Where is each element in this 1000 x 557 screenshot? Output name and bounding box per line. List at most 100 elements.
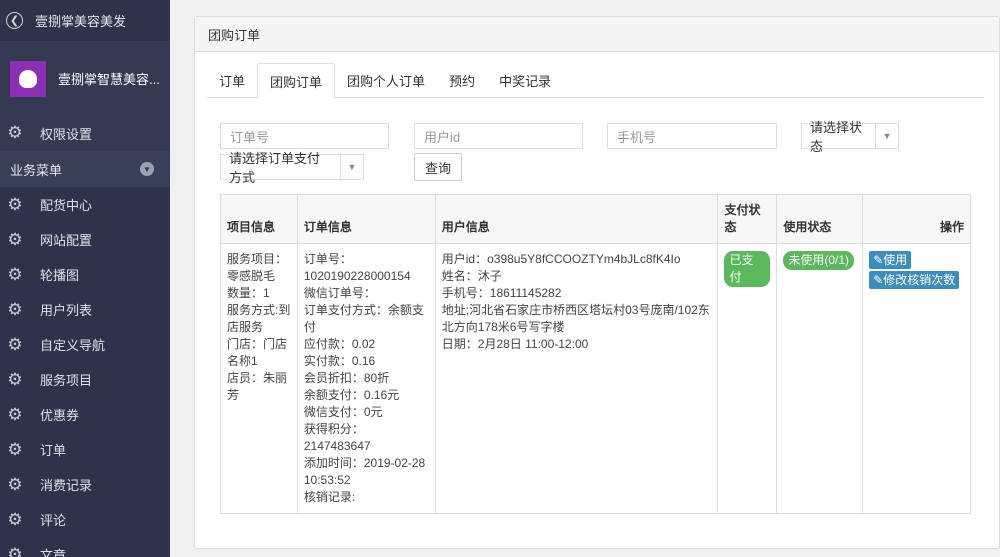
pay-method-select-value: 请选择订单支付方式 [229, 151, 321, 185]
order-line: 会员折扣：80折 [303, 371, 390, 385]
sidebar-item-label: 订单 [40, 443, 67, 458]
orders-table: 项目信息 订单信息 用户信息 支付状态 使用状态 操作 服务项目：零感脱毛 数量… [220, 194, 971, 514]
sidebar: ❮ 壹捌掌美容美发 壹捌掌智慧美容... ⚙ 权限设置 业务菜单 ▼ ⚙ 配货中心… [0, 0, 170, 557]
gear-icon: ⚙ [7, 474, 23, 494]
order-line: 实付款：0.16 [303, 354, 376, 368]
order-line: 微信订单号： [303, 286, 376, 300]
sidebar-item-coupons[interactable]: ⚙ 优惠券 [0, 397, 170, 432]
sidebar-item-consumption[interactable]: ⚙ 消费记录 [0, 467, 170, 502]
project-line: 服务项目：零感脱毛 [227, 252, 288, 283]
use-status-badge: 未使用(0/1) [783, 251, 855, 270]
user-line: 用户id：o398u5Y8fCCOOZTYm4bJLc8fK4Io [441, 252, 681, 266]
sidebar-item-label: 优惠券 [40, 408, 80, 423]
pay-method-select[interactable]: 请选择订单支付方式 ▼ [220, 151, 364, 185]
cell-order: 订单号：1020190228000154 微信订单号： 订单支付方式：余额支付 … [296, 243, 436, 514]
gear-icon: ⚙ [7, 404, 23, 424]
project-line: 服务方式:到店服务 [227, 303, 291, 334]
sidebar-item-permission[interactable]: ⚙ 权限设置 [0, 115, 170, 151]
brand-name: 壹捌掌智慧美容... [58, 72, 160, 87]
project-line: 门店：门店名称1 [227, 337, 288, 368]
back-icon[interactable]: ❮ [6, 12, 23, 29]
sidebar-item-orders[interactable]: ⚙ 订单 [0, 432, 170, 467]
project-line: 店员：朱丽芳 [227, 371, 288, 402]
panel-title: 团购订单 [195, 17, 999, 52]
gear-icon: ⚙ [7, 123, 23, 142]
cell-user: 用户id：o398u5Y8fCCOOZTYm4bJLc8fK4Io 姓名：沐子 … [434, 243, 719, 514]
order-line: 订单支付方式：余额支付 [303, 303, 424, 334]
sidebar-item-custom-nav[interactable]: ⚙ 自定义导航 [0, 327, 170, 362]
user-line: 日期：2月28日 11:00-12:00 [441, 337, 589, 351]
chevron-down-icon: ▼ [140, 162, 154, 176]
sidebar-item-label: 自定义导航 [40, 338, 106, 353]
group-order-panel: 团购订单 订单 团购订单 团购个人订单 预约 中奖记录 订单号 用户id 手机号… [194, 16, 1000, 549]
use-button-label: 使用 [883, 253, 908, 267]
tab-group-personal-orders[interactable]: 团购个人订单 [335, 63, 437, 98]
sidebar-item-label: 评论 [40, 513, 67, 528]
col-header-use-status: 使用状态 [776, 194, 864, 244]
sidebar-item-label: 文章 [40, 548, 67, 557]
col-header-project: 项目信息 [220, 194, 298, 244]
order-line: 余额支付：0.16元 [303, 388, 400, 402]
gear-icon: ⚙ [7, 439, 23, 459]
user-line: 手机号：18611145282 [441, 286, 562, 300]
gear-icon: ⚙ [7, 299, 23, 319]
tab-group-orders[interactable]: 团购订单 [257, 63, 336, 99]
gear-icon: ⚙ [7, 509, 23, 529]
app-title: 壹捌掌美容美发 [35, 14, 127, 29]
gear-icon: ⚙ [7, 194, 23, 214]
sidebar-item-distribution[interactable]: ⚙ 配货中心 [0, 187, 170, 222]
query-button[interactable]: 查询 [414, 153, 463, 181]
edit-icon: ✎ [873, 253, 884, 267]
tab-prize-records[interactable]: 中奖记录 [487, 63, 563, 98]
sidebar-header: ❮ 壹捌掌美容美发 [0, 0, 170, 42]
sidebar-item-label: 消费记录 [40, 478, 93, 493]
sidebar-item-site-config[interactable]: ⚙ 网站配置 [0, 222, 170, 257]
brand-logo [10, 60, 46, 97]
cell-pay-status: 已支付 [717, 243, 778, 514]
order-line: 获得积分：2147483647 [303, 422, 371, 453]
tab-orders[interactable]: 订单 [207, 63, 257, 98]
sidebar-item-users[interactable]: ⚙ 用户列表 [0, 292, 170, 327]
sidebar-item-label: 用户列表 [40, 303, 93, 318]
col-header-order: 订单信息 [296, 194, 436, 244]
order-line: 添加时间：2019-02-28 10:53:52 [303, 456, 426, 487]
gear-icon: ⚙ [7, 369, 23, 389]
order-line: 核销记录: [303, 490, 356, 504]
sidebar-item-articles[interactable]: ⚙ 文章 [0, 537, 170, 557]
chevron-down-icon: ▼ [875, 124, 898, 148]
user-line: 地址;河北省石家庄市桥西区塔坛村03号庞南/102东北方向178米6号写字楼 [441, 303, 710, 334]
status-select[interactable]: 请选择状态 ▼ [801, 120, 899, 154]
gear-icon: ⚙ [7, 264, 23, 284]
sidebar-item-services[interactable]: ⚙ 服务项目 [0, 362, 170, 397]
phone-input[interactable]: 手机号 [607, 123, 777, 149]
table-row: 服务项目：零感脱毛 数量：1 服务方式:到店服务 门店：门店名称1 店员：朱丽芳… [220, 243, 971, 514]
project-line: 数量：1 [227, 286, 270, 300]
sidebar-section-label: 业务菜单 [10, 162, 63, 178]
tab-reservations[interactable]: 预约 [437, 63, 487, 98]
sidebar-item-label: 网站配置 [40, 233, 93, 248]
order-line: 应付款：0.02 [303, 337, 376, 351]
order-no-input[interactable]: 订单号 [220, 123, 389, 149]
user-id-input[interactable]: 用户id [414, 123, 583, 149]
use-button[interactable]: ✎使用 [869, 251, 912, 269]
edit-redeem-count-label: 修改核销次数 [883, 273, 956, 287]
order-line: 微信支付：0元 [303, 405, 383, 419]
table-header-row: 项目信息 订单信息 用户信息 支付状态 使用状态 操作 [220, 194, 971, 244]
edit-redeem-count-button[interactable]: ✎修改核销次数 [869, 271, 960, 289]
tab-bar: 订单 团购订单 团购个人订单 预约 中奖记录 [207, 63, 984, 99]
cell-use-status: 未使用(0/1) [776, 243, 864, 514]
gear-icon: ⚙ [7, 544, 23, 557]
status-select-value: 请选择状态 [810, 120, 863, 154]
sidebar-item-comments[interactable]: ⚙ 评论 [0, 502, 170, 537]
cell-project: 服务项目：零感脱毛 数量：1 服务方式:到店服务 门店：门店名称1 店员：朱丽芳 [220, 243, 298, 514]
sidebar-item-label: 配货中心 [40, 198, 93, 213]
brand-block[interactable]: 壹捌掌智慧美容... [0, 42, 170, 115]
sidebar-item-label: 轮播图 [40, 268, 80, 283]
sidebar-item-carousel[interactable]: ⚙ 轮播图 [0, 257, 170, 292]
cell-actions: ✎使用 ✎修改核销次数 [862, 243, 971, 514]
sidebar-item-label: 权限设置 [40, 126, 93, 142]
main-area: 团购订单 订单 团购订单 团购个人订单 预约 中奖记录 订单号 用户id 手机号… [170, 0, 1000, 557]
order-line: 订单号：1020190228000154 [303, 252, 411, 283]
pay-status-badge: 已支付 [724, 251, 771, 287]
sidebar-section-business[interactable]: 业务菜单 ▼ [0, 151, 170, 187]
